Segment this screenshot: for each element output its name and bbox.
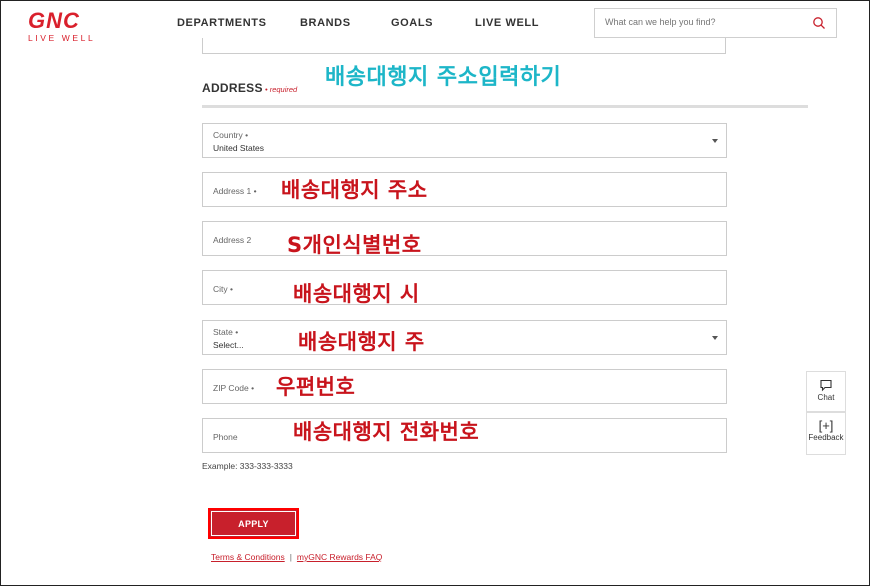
- logo-text: GNC: [28, 8, 80, 33]
- nav-live-well[interactable]: LIVE WELL: [475, 17, 539, 29]
- state-value: Select...: [213, 340, 244, 350]
- address-section-title: ADDRESS: [202, 81, 263, 95]
- annotation-title: 배송대행지 주소입력하기: [325, 65, 562, 90]
- chat-label: Chat: [817, 393, 835, 402]
- link-separator: |: [289, 552, 292, 562]
- search-input[interactable]: [605, 17, 805, 27]
- phone-label: Phone: [213, 432, 238, 442]
- section-divider: [202, 105, 808, 108]
- nav-goals[interactable]: GOALS: [391, 17, 433, 29]
- annotation-address1: 배송대행지 주소: [281, 178, 428, 202]
- address1-label: Address 1 •: [213, 186, 257, 196]
- chevron-down-icon: [712, 336, 718, 340]
- zip-label: ZIP Code •: [213, 383, 255, 393]
- footer-links: Terms & Conditions | myGNC Rewards FAQ: [211, 552, 382, 562]
- state-label: State •: [213, 327, 239, 337]
- country-label: Country •: [213, 130, 249, 140]
- phone-example: Example: 333-333-3333: [202, 461, 293, 471]
- address2-field[interactable]: Address 2: [202, 221, 727, 256]
- country-select[interactable]: Country • United States: [202, 123, 727, 158]
- city-label: City •: [213, 284, 233, 294]
- feedback-icon: [+]: [818, 418, 834, 433]
- gnc-logo[interactable]: GNC LIVE WELL: [28, 8, 96, 44]
- chevron-down-icon: [712, 139, 718, 143]
- chat-bubble-icon: [820, 379, 832, 392]
- city-field[interactable]: City •: [202, 270, 727, 305]
- logo-tagline: LIVE WELL: [28, 33, 96, 43]
- apply-button[interactable]: APPLY: [208, 508, 299, 539]
- feedback-label: Feedback: [808, 433, 844, 442]
- feedback-button[interactable]: [+] Feedback: [806, 412, 846, 455]
- annotation-phone: 배송대행지 전화번호: [293, 420, 480, 444]
- nav-departments[interactable]: DEPARTMENTS: [177, 17, 267, 29]
- state-select[interactable]: State • Select...: [202, 320, 727, 355]
- required-note: • required: [265, 85, 298, 94]
- terms-link[interactable]: Terms & Conditions: [211, 552, 285, 562]
- chat-button[interactable]: Chat: [806, 371, 846, 412]
- search-box: [594, 8, 837, 38]
- previous-field-box: [202, 38, 726, 54]
- annotation-zip: 우편번호: [276, 375, 356, 399]
- nav-brands[interactable]: BRANDS: [300, 17, 351, 29]
- annotation-state: 배송대행지 주: [298, 330, 425, 354]
- rewards-faq-link[interactable]: myGNC Rewards FAQ: [297, 552, 383, 562]
- annotation-city: 배송대행지 시: [293, 282, 420, 306]
- address2-label: Address 2: [213, 235, 252, 245]
- annotation-address2: S개인식별번호: [287, 233, 422, 257]
- country-value: United States: [213, 143, 265, 153]
- search-icon[interactable]: [812, 16, 826, 30]
